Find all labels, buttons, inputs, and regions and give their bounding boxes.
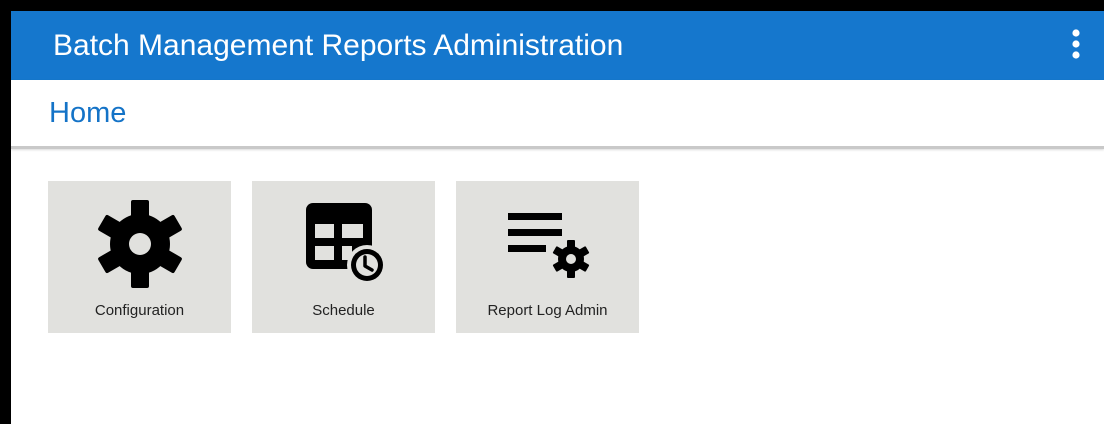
app-title: Batch Management Reports Administration (53, 29, 624, 62)
schedule-tile-label: Schedule (312, 302, 375, 319)
list-settings-icon (507, 213, 589, 278)
more-vertical-icon (1072, 29, 1080, 59)
page-title: Home (49, 97, 127, 129)
schedule-tile[interactable]: Schedule (252, 181, 435, 333)
report-log-admin-tile-label: Report Log Admin (487, 302, 608, 319)
configuration-tile-label: Configuration (94, 302, 185, 319)
app-header: Batch Management Reports Administration (11, 11, 1104, 80)
more-options-button[interactable] (1062, 28, 1090, 62)
page-title-bar: Home (11, 80, 1104, 149)
report-log-admin-tile[interactable]: Report Log Admin (456, 181, 639, 333)
schedule-table-clock-icon (305, 203, 387, 285)
gear-icon (97, 200, 182, 288)
configuration-tile[interactable]: Configuration (48, 181, 231, 333)
